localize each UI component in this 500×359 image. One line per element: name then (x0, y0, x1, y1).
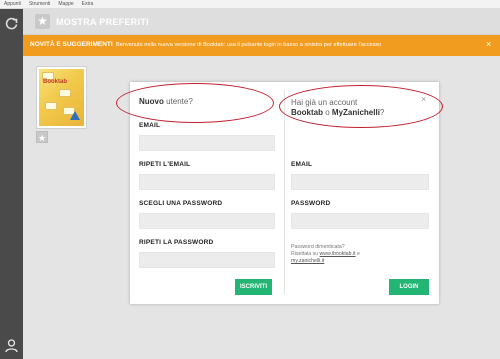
close-icon[interactable]: × (486, 39, 491, 49)
star-icon[interactable]: ★ (35, 14, 50, 29)
user-icon[interactable] (4, 338, 19, 353)
forgot-password-line: Password dimenticata? (291, 244, 345, 250)
repeat-password-label: RIPETI LA PASSWORD (139, 239, 214, 246)
book-thumbnail[interactable]: Booktab (36, 66, 87, 129)
login-password-field[interactable] (291, 213, 429, 229)
annotation-ellipse (279, 85, 443, 128)
news-title: NOVITÀ E SUGGERIMENTI (30, 41, 113, 48)
note-decoration (59, 89, 71, 97)
register-password-field[interactable] (139, 213, 275, 229)
register-repeat-password-field[interactable] (139, 252, 275, 268)
menu-mappe[interactable]: Mappe (58, 0, 73, 9)
menu-strumenti[interactable]: Strumenti (29, 0, 50, 9)
menu-appunti[interactable]: Appunti (4, 0, 21, 9)
menu-bar: Appunti Strumenti Mappe Extra (0, 0, 500, 9)
register-email-field[interactable] (139, 135, 275, 151)
show-favorites-button[interactable]: MOSTRA PREFERITI (56, 17, 149, 27)
note-decoration (45, 102, 57, 110)
forgot-password-text: Password dimenticata? Risettala su www.i… (291, 244, 360, 265)
login-password-label: PASSWORD (291, 200, 331, 207)
news-text: Benvenuto nella nuova versione di Bookta… (116, 41, 382, 48)
repeat-email-label: RIPETI L'EMAIL (139, 161, 191, 168)
login-button[interactable]: LOGIN (389, 279, 429, 295)
login-email-label: EMAIL (291, 161, 313, 168)
myzanichelli-link[interactable]: my.zanichelli.it (291, 258, 324, 264)
menu-extra[interactable]: Extra (82, 0, 94, 9)
news-banner: NOVITÀ E SUGGERIMENTI Benvenuto nella nu… (23, 35, 500, 56)
book-title: Booktab (43, 79, 67, 85)
book-cover: Booktab (39, 69, 84, 126)
booktab-link[interactable]: www.ibooktab.it (320, 251, 356, 257)
left-sidebar (0, 9, 23, 359)
annotation-ellipse (116, 83, 274, 123)
star-icon[interactable]: ★ (36, 131, 48, 143)
dialog-divider (284, 90, 285, 294)
register-repeat-email-field[interactable] (139, 174, 275, 190)
choose-password-label: SCEGLI UNA PASSWORD (139, 200, 223, 207)
forgot-password-instructions: Risettala su www.ibooktab.it e (291, 251, 360, 257)
favorites-bar: ★ MOSTRA PREFERITI (23, 9, 500, 35)
register-button[interactable]: ISCRIVITI (235, 279, 272, 295)
logo-triangle (70, 111, 80, 120)
login-email-field[interactable] (291, 174, 429, 190)
refresh-icon[interactable] (4, 16, 19, 31)
email-label: EMAIL (139, 122, 161, 129)
forgot-password-link-line: my.zanichelli.it (291, 258, 360, 265)
